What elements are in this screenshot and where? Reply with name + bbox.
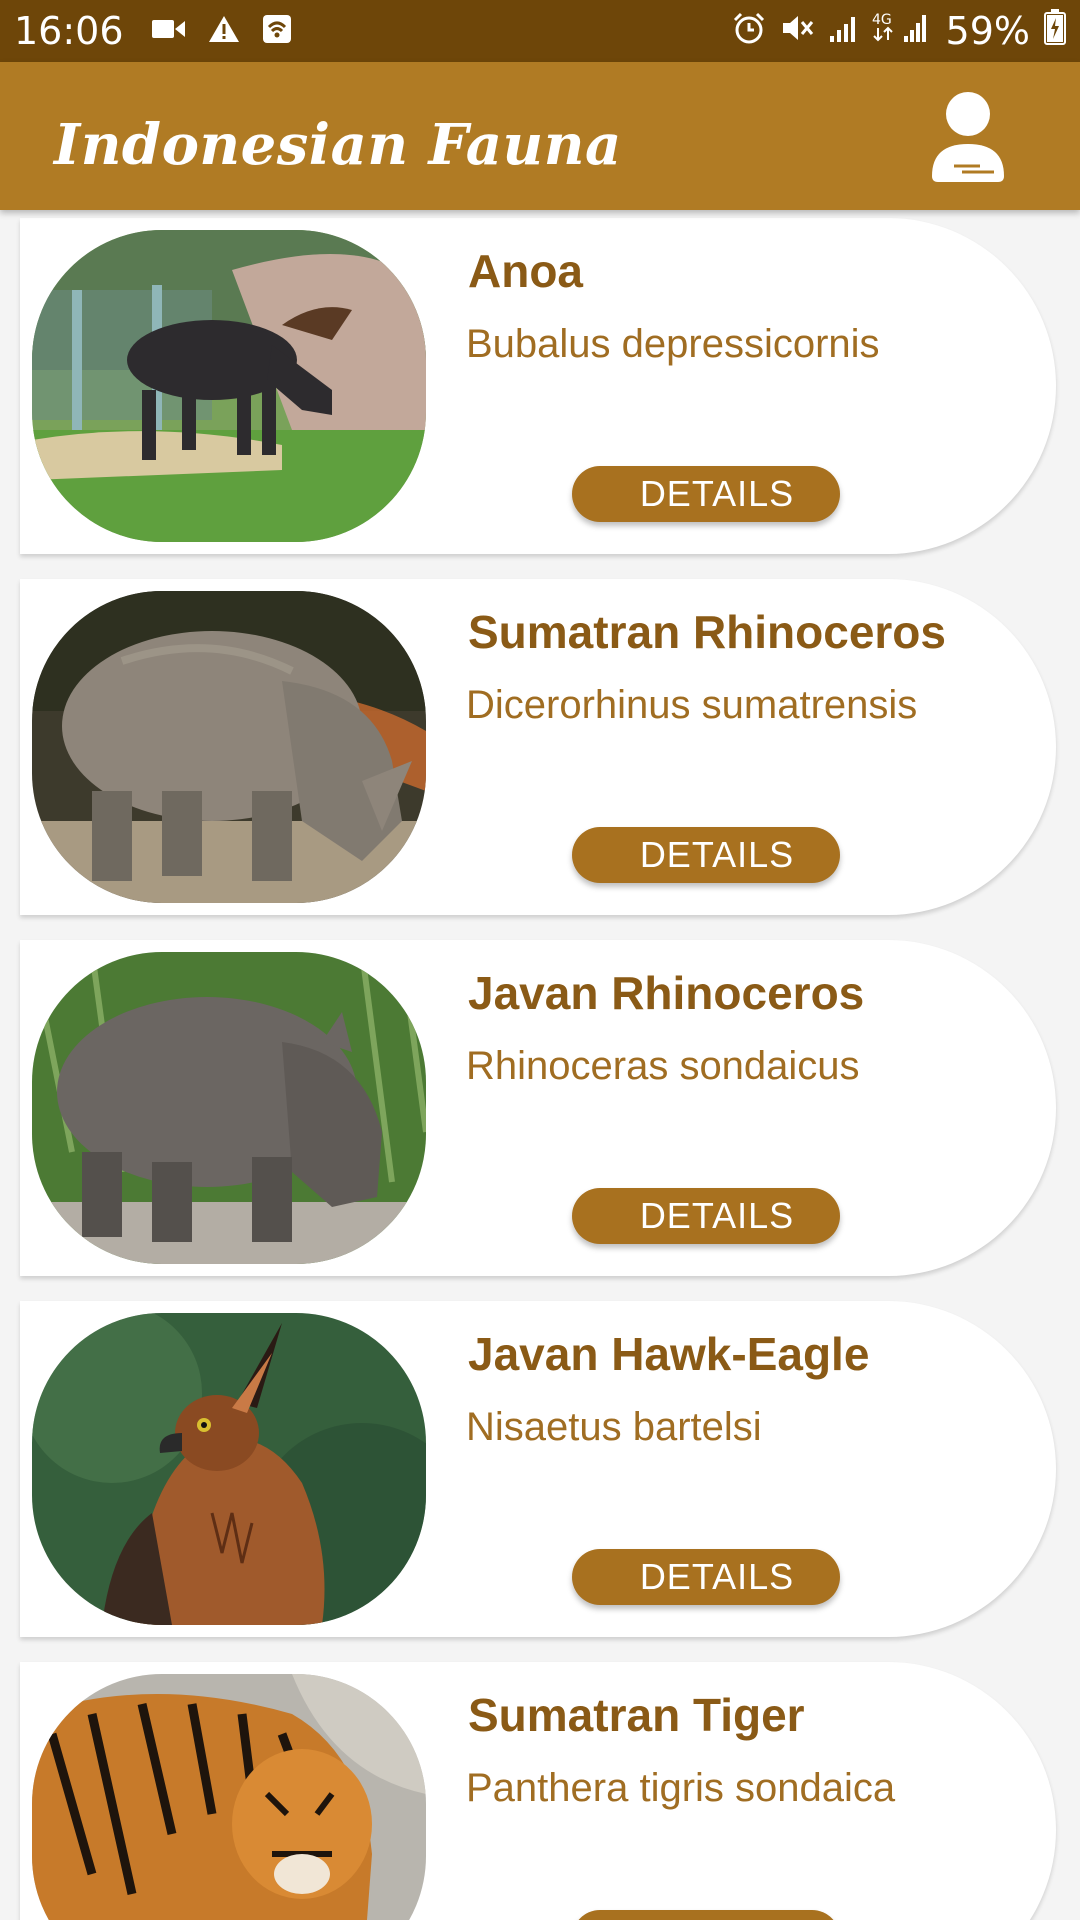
animal-name: Sumatran Tiger <box>468 1689 805 1741</box>
profile-button[interactable] <box>928 90 1008 186</box>
status-bar: 16:06 4G 59% <box>0 0 1080 62</box>
video-camera-icon <box>151 17 186 45</box>
status-left-icons <box>151 14 292 48</box>
anoa-photo[interactable] <box>32 230 426 542</box>
sumatran-rhinoceros-photo[interactable] <box>32 591 426 903</box>
animal-card[interactable]: Anoa Bubalus depressicornis DETAILS <box>20 218 1056 554</box>
status-right: 4G 59% <box>732 8 1066 54</box>
4g-signal-icon: 4G <box>872 9 932 53</box>
animal-card[interactable]: Javan Hawk-Eagle Nisaetus bartelsi DETAI… <box>20 1301 1056 1637</box>
details-button[interactable]: DETAILS <box>572 1910 840 1920</box>
sumatran-tiger-photo[interactable] <box>32 1674 426 1920</box>
animal-name: Javan Rhinoceros <box>468 967 865 1019</box>
animal-card[interactable]: Sumatran Tiger Panthera tigris sondaica … <box>20 1662 1056 1920</box>
mute-icon <box>780 9 814 53</box>
animal-name: Javan Hawk-Eagle <box>468 1328 870 1380</box>
animal-scientific-name: Panthera tigris sondaica <box>466 1766 896 1810</box>
alarm-icon <box>732 9 766 53</box>
wifi-calling-icon <box>262 14 292 48</box>
app-bar: Indonesian Fauna <box>0 62 1080 210</box>
animal-name: Anoa <box>468 245 583 297</box>
details-button[interactable]: DETAILS <box>572 1549 840 1605</box>
profile-icon <box>932 92 1004 182</box>
animal-name: Sumatran Rhinoceros <box>468 606 946 658</box>
signal-icon <box>828 9 858 53</box>
details-button[interactable]: DETAILS <box>572 466 840 522</box>
animal-scientific-name: Rhinoceras sondaicus <box>466 1044 860 1088</box>
animal-scientific-name: Dicerorhinus sumatrensis <box>466 683 918 727</box>
svg-text:4G: 4G <box>872 12 892 28</box>
javan-hawk-eagle-photo[interactable] <box>32 1313 426 1625</box>
animal-card[interactable]: Sumatran Rhinoceros Dicerorhinus sumatre… <box>20 579 1056 915</box>
animal-card[interactable]: Javan Rhinoceros Rhinoceras sondaicus DE… <box>20 940 1056 1276</box>
status-time: 16:06 <box>14 9 124 53</box>
battery-icon <box>1044 8 1066 54</box>
battery-level: 59% <box>945 9 1030 53</box>
animal-scientific-name: Nisaetus bartelsi <box>466 1405 762 1449</box>
animal-list[interactable]: Anoa Bubalus depressicornis DETAILS Suma… <box>0 210 1080 1920</box>
app-title: Indonesian Fauna <box>54 112 622 178</box>
javan-rhinoceros-photo[interactable] <box>32 952 426 1264</box>
warning-icon <box>208 15 240 47</box>
details-button[interactable]: DETAILS <box>572 827 840 883</box>
details-button[interactable]: DETAILS <box>572 1188 840 1244</box>
animal-scientific-name: Bubalus depressicornis <box>466 322 880 366</box>
